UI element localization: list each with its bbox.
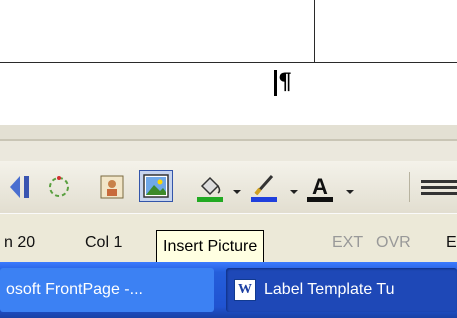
taskbar-button-frontpage[interactable]: osoft FrontPage -...: [0, 268, 214, 312]
word-app-icon: W: [234, 279, 256, 301]
status-trailing: E: [446, 234, 457, 251]
bullets-icon[interactable]: [4, 172, 34, 202]
paragraph-mark: ¶: [278, 69, 292, 95]
toolbar-strip: [0, 141, 457, 161]
svg-text:A: A: [312, 174, 328, 199]
status-ovr[interactable]: OVR: [376, 233, 411, 253]
status-line: n 20: [4, 234, 36, 251]
font-color-dropdown[interactable]: [346, 190, 354, 194]
taskbar-button-word[interactable]: Label Template Tu: [226, 268, 457, 312]
clip-art-icon[interactable]: [99, 174, 125, 200]
table-border-horizontal: [0, 62, 457, 63]
line-color-dropdown[interactable]: [290, 190, 298, 194]
toolbar-divider: [409, 172, 410, 202]
status-column: Col 1: [85, 234, 123, 251]
document-bottom-gap: [0, 125, 457, 139]
line-style-icon[interactable]: [417, 177, 457, 197]
fill-color-icon[interactable]: [194, 172, 226, 204]
rotate-icon[interactable]: [46, 174, 72, 200]
text-cursor: [274, 70, 277, 96]
status-ext[interactable]: EXT: [332, 233, 363, 253]
line-color-icon[interactable]: [248, 172, 280, 204]
font-color-icon[interactable]: A: [304, 172, 336, 204]
fill-color-dropdown[interactable]: [233, 190, 241, 194]
insert-picture-tooltip: Insert Picture: [156, 230, 265, 264]
table-border-vertical: [314, 0, 315, 62]
insert-picture-icon[interactable]: [139, 170, 173, 202]
